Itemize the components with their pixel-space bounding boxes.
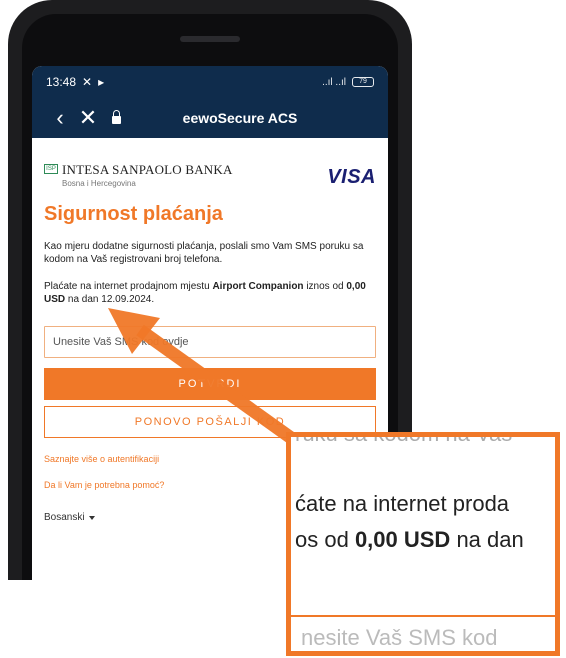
bank-logo: ISP INTESA SANPAOLO BANKA Bosna i Herceg… [44, 162, 233, 188]
zoom-divider [291, 615, 555, 617]
payment-date: na dan 12.09.2024. [65, 294, 155, 305]
visa-logo: VISA [327, 166, 376, 188]
bank-name: INTESA SANPAOLO BANKA [62, 162, 233, 177]
zoom-line-1: ćate na internet proda [295, 491, 510, 516]
payment-details: Plaćate na internet prodajnom mjestu Air… [44, 280, 376, 306]
zoom-bottom-text: nesite Vaš SMS kod [301, 625, 498, 650]
play-icon: ▸ [98, 75, 105, 89]
zoom-amount: 0,00 USD [354, 527, 451, 552]
merchant-name: Airport Companion [212, 281, 304, 292]
app-bar: ‹ ✕ eewoSecure ACS [32, 98, 388, 138]
brand-row: ISP INTESA SANPAOLO BANKA Bosna i Herceg… [44, 162, 376, 189]
phone-speaker [180, 36, 240, 42]
sms-code-input[interactable] [44, 326, 376, 358]
caret-down-icon [88, 515, 95, 520]
back-icon[interactable]: ‹ [46, 107, 74, 129]
page-title: Sigurnost plaćanja [44, 203, 223, 225]
info-text: Kao mjeru dodatne sigurnosti plaćanja, p… [44, 241, 364, 265]
language-label: Bosanski [44, 512, 85, 523]
bank-subtitle: Bosna i Hercegovina [62, 179, 136, 188]
zoom-top-text: ruku sa kodom na Vaš [295, 432, 513, 446]
wifi-off-icon: ✕ [82, 75, 93, 89]
confirm-button[interactable]: POTVRDI [44, 368, 376, 400]
zoom-callout: ruku sa kodom na Vaš ćate na internet pr… [286, 432, 560, 656]
zoom-line-2: os od 0,00 USD na dan [295, 527, 524, 553]
zoom-line-2-suffix: na dan [450, 527, 524, 552]
status-time: 13:48 [46, 75, 77, 89]
close-icon[interactable]: ✕ [74, 107, 102, 129]
zoom-line-2-prefix: os od [295, 527, 355, 552]
signal-icon: ..ıl ..ıl [322, 76, 346, 88]
payment-middle: iznos od [303, 281, 347, 292]
bank-mark-icon: ISP [44, 164, 58, 174]
payment-prefix: Plaćate na internet prodajnom mjestu [44, 281, 213, 292]
battery-icon: 79 [352, 77, 374, 87]
lock-icon [112, 110, 121, 124]
status-bar: 13:48 ✕ ▸ ..ıl ..ıl 79 [32, 66, 388, 98]
